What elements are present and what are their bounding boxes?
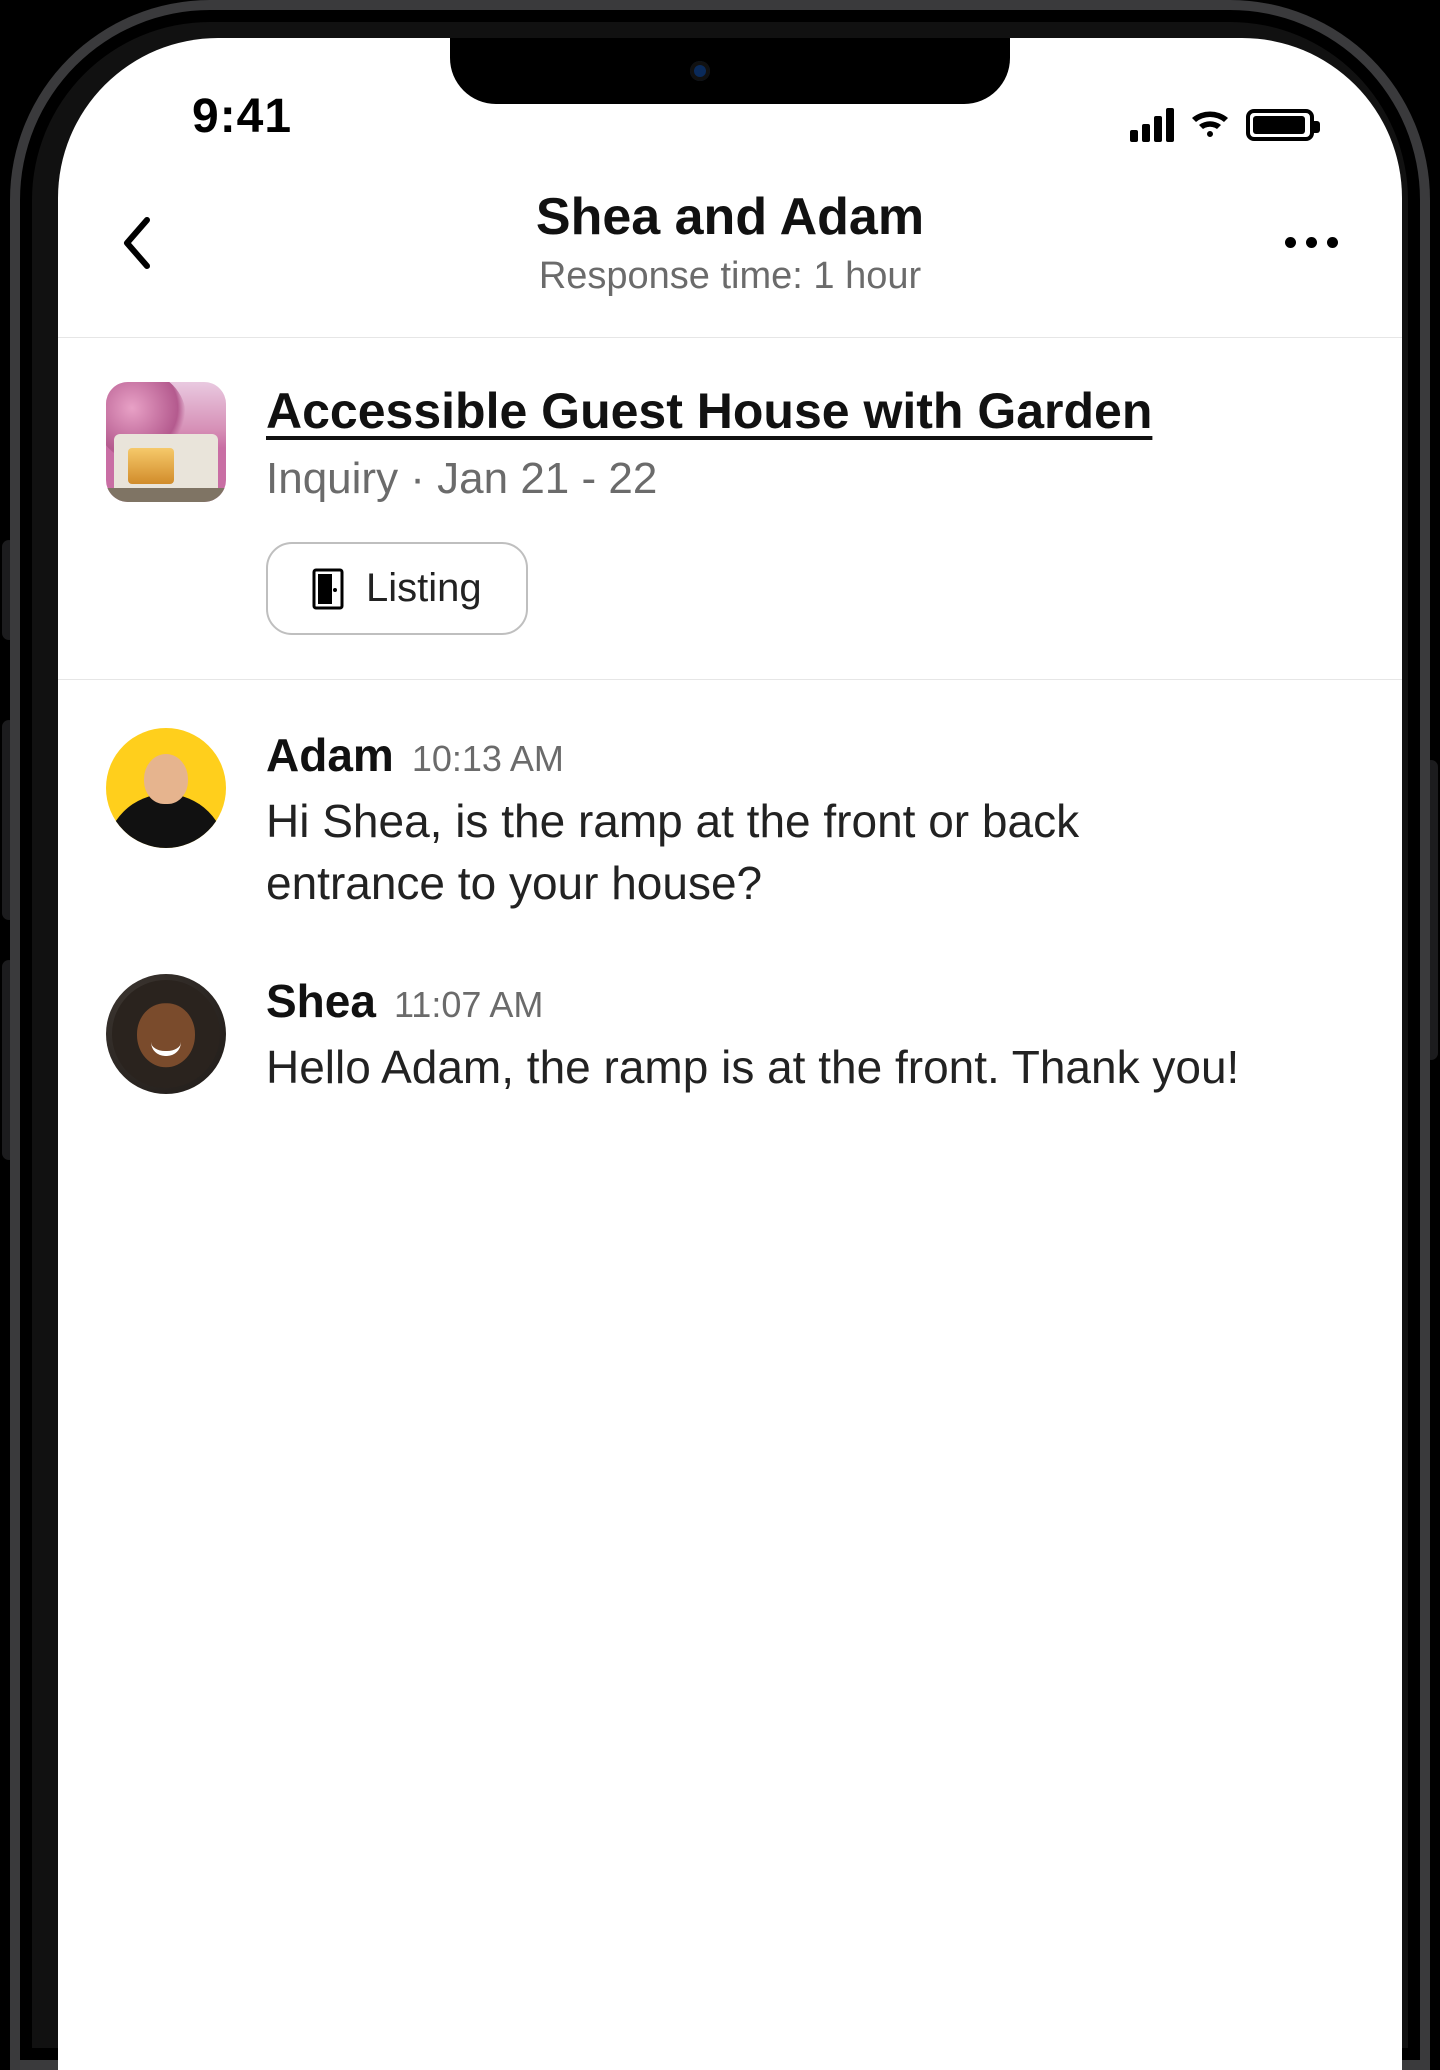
- avatar[interactable]: [106, 974, 226, 1094]
- nav-header: Shea and Adam Response time: 1 hour: [58, 148, 1402, 338]
- more-button[interactable]: [1276, 213, 1346, 273]
- cellular-icon: [1130, 108, 1174, 142]
- listing-meta: Inquiry · Jan 21 - 22: [266, 454, 1354, 504]
- battery-icon: [1246, 109, 1314, 141]
- more-icon: [1327, 237, 1338, 248]
- listing-button[interactable]: Listing: [266, 542, 528, 635]
- conversation-title: Shea and Adam: [536, 187, 924, 247]
- response-time: Response time: 1 hour: [536, 255, 924, 298]
- status-time: 9:41: [192, 89, 292, 144]
- screen: 9:41 Shea and Adam Response time: 1 hour: [58, 38, 1402, 2070]
- back-button[interactable]: [106, 213, 166, 273]
- wifi-icon: [1190, 109, 1230, 141]
- chevron-left-icon: [119, 216, 153, 270]
- phone-frame: 9:41 Shea and Adam Response time: 1 hour: [10, 0, 1430, 2070]
- door-icon: [312, 568, 344, 610]
- listing-card: Accessible Guest House with Garden Inqui…: [58, 338, 1402, 680]
- avatar[interactable]: [106, 728, 226, 848]
- message-body: Hello Adam, the ramp is at the front. Th…: [266, 1036, 1266, 1098]
- notch: [450, 38, 1010, 104]
- listing-button-label: Listing: [366, 566, 482, 611]
- more-icon: [1306, 237, 1317, 248]
- message-sender: Adam: [266, 728, 394, 782]
- listing-thumbnail[interactable]: [106, 382, 226, 502]
- message-sender: Shea: [266, 974, 376, 1028]
- listing-title-link[interactable]: Accessible Guest House with Garden: [266, 383, 1152, 439]
- front-camera: [690, 61, 710, 81]
- message-time: 11:07 AM: [394, 984, 543, 1026]
- message-thread[interactable]: Adam 10:13 AM Hi Shea, is the ramp at th…: [58, 680, 1402, 1098]
- message-time: 10:13 AM: [412, 738, 564, 780]
- message-body: Hi Shea, is the ramp at the front or bac…: [266, 790, 1266, 914]
- message-item: Shea 11:07 AM Hello Adam, the ramp is at…: [106, 974, 1354, 1098]
- status-icons: [1130, 108, 1314, 142]
- message-item: Adam 10:13 AM Hi Shea, is the ramp at th…: [106, 728, 1354, 914]
- more-icon: [1285, 237, 1296, 248]
